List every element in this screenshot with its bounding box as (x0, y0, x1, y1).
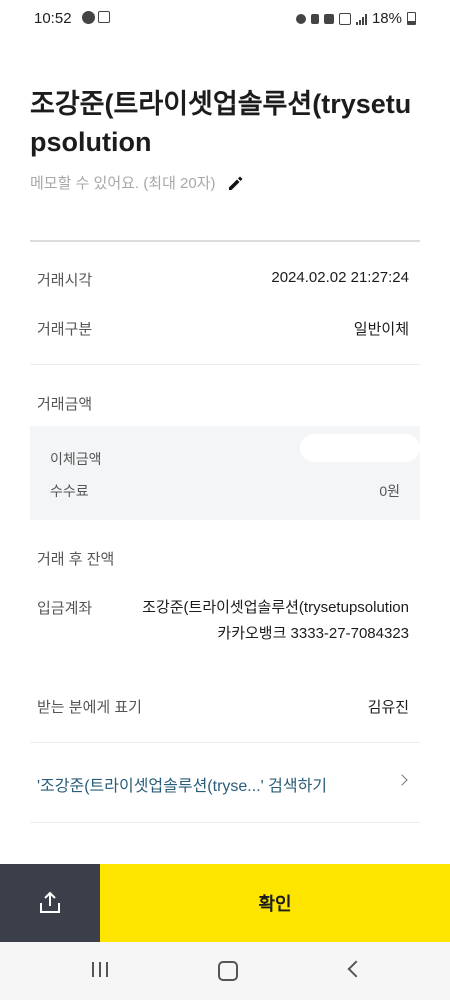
system-status: 18% (295, 10, 416, 27)
battery-icon (407, 12, 416, 25)
fee-value: 0원 (379, 483, 400, 499)
section-divider (30, 822, 420, 823)
search-link[interactable]: '조강준(트라이셋업솔루션(tryse...' 검색하기 (37, 772, 327, 796)
pencil-icon[interactable] (226, 174, 244, 192)
section-divider (30, 364, 420, 365)
transaction-type-row: 거래구분 일반이체 (37, 318, 409, 339)
fee-label: 수수료 (50, 483, 89, 499)
page-title: 조강준(트라이셋업솔루션(trysetupsolution (30, 89, 412, 157)
amount-breakdown: 이체금액 수수료 0원 (30, 426, 420, 520)
5g-icon (338, 12, 351, 25)
status-bar: 10:52 18% (0, 0, 450, 38)
transaction-type-label: 거래구분 (37, 321, 93, 338)
bottom-action-bar: 확인 (0, 864, 450, 942)
share-icon[interactable] (37, 890, 63, 916)
alarm-icon (295, 13, 306, 24)
memo-field[interactable]: 메모할 수 있어요. (최대 20자) (30, 172, 244, 193)
signal-icon (355, 13, 367, 25)
recipient-value: 김유진 (367, 699, 409, 716)
recent-apps-icon[interactable] (92, 962, 108, 977)
recipient-row: 받는 분에게 표기 김유진 (37, 696, 409, 717)
status-time: 10:52 (34, 10, 72, 27)
memo-placeholder[interactable]: 메모할 수 있어요. (최대 20자) (30, 172, 216, 193)
share-button[interactable] (0, 864, 100, 942)
account-info: 조강준(트라이셋업솔루션(trysetupsolution 카카오뱅크 3333… (109, 595, 409, 647)
account-bank: 카카오뱅크 3333-27-7084323 (217, 625, 409, 642)
talk-icon (82, 11, 95, 24)
transfer-amount-label: 이체금액 (50, 451, 102, 467)
balance-label: 거래 후 잔액 (37, 551, 115, 568)
transaction-time-value: 2024.02.02 21:27:24 (271, 269, 409, 286)
balance-row: 거래 후 잔액 (37, 548, 409, 569)
section-divider (30, 742, 420, 743)
transfer-amount-row: 이체금액 (50, 449, 400, 469)
account-name: 조강준(트라이셋업솔루션(trysetupsolution (142, 599, 409, 616)
transaction-type-value: 일반이체 (353, 321, 409, 338)
chevron-right-icon[interactable] (396, 774, 408, 786)
home-icon[interactable] (218, 961, 238, 981)
account-label: 입금계좌 (37, 600, 93, 617)
bluetooth-icon (310, 13, 319, 24)
recipient-label: 받는 분에게 표기 (37, 699, 142, 716)
notification-icons (82, 11, 110, 24)
confirm-button[interactable]: 확인 (100, 864, 450, 942)
amount-label: 거래금액 (37, 396, 93, 413)
fee-row: 수수료 0원 (50, 481, 400, 501)
location-icon (98, 11, 110, 23)
mute-icon (323, 13, 334, 24)
transaction-time-label: 거래시각 (37, 272, 93, 289)
battery-percent: 18% (371, 10, 402, 27)
transaction-time-row: 거래시각 2024.02.02 21:27:24 (37, 269, 409, 290)
header-divider (30, 240, 420, 242)
amount-row: 거래금액 (37, 393, 409, 414)
